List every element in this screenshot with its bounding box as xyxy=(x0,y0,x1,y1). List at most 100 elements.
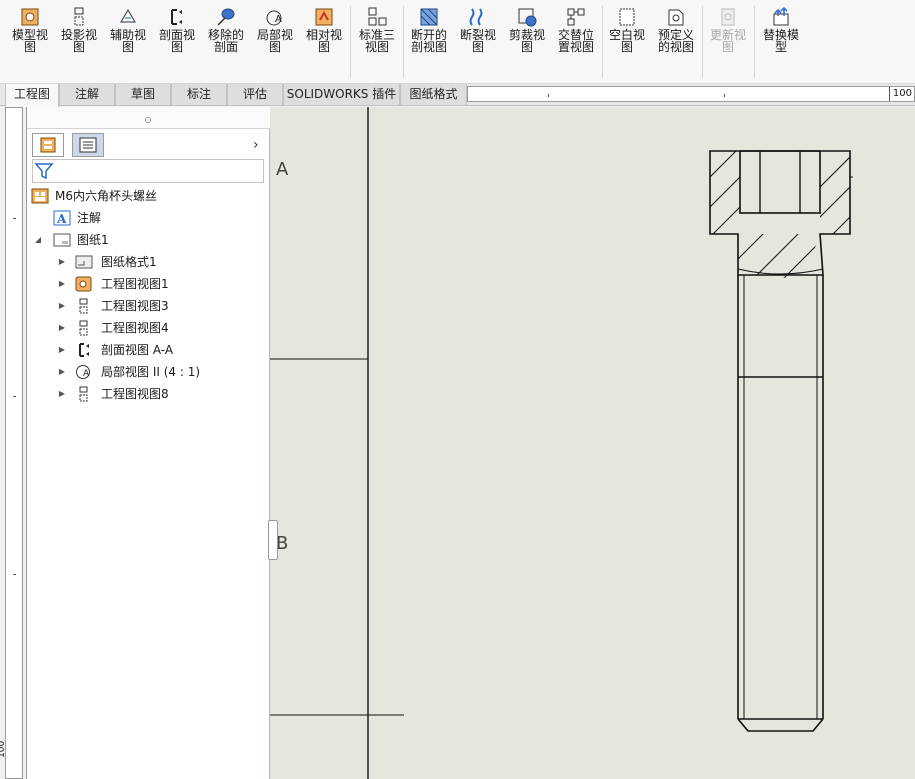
update-view-icon xyxy=(721,8,735,26)
replace-model-button[interactable]: 替换模型 xyxy=(756,6,806,80)
vertical-ruler: 100 xyxy=(0,107,23,779)
model-view-button[interactable]: 模型视图 xyxy=(5,6,55,80)
command-manager-ribbon: 模型视图 投影视图 辅助视图 剖面视图 移除的剖面 A 局部视图 相对视图 标准… xyxy=(0,0,915,84)
tab-annotation[interactable]: 注解 xyxy=(59,84,115,106)
tree-root-part[interactable]: M6内六角杯头螺丝 xyxy=(31,186,267,206)
svg-text:A: A xyxy=(56,212,67,226)
ruler-tick xyxy=(724,94,725,97)
model-view-icon xyxy=(21,8,39,26)
property-manager-tab[interactable] xyxy=(72,133,104,157)
crop-view-button[interactable]: 剪裁视图 xyxy=(502,6,552,80)
empty-view-button[interactable]: 空白视图 xyxy=(602,6,652,80)
break-view-button[interactable]: 断裂视图 xyxy=(453,6,503,80)
standard-3-view-button[interactable]: 标准三视图 xyxy=(352,6,402,80)
expand-arrow-icon[interactable]: ▶ xyxy=(57,384,67,404)
property-list-icon xyxy=(79,137,97,153)
crop-view-icon xyxy=(518,8,537,27)
expand-arrow-icon[interactable]: ▶ xyxy=(57,318,67,338)
tree-item-section-view[interactable]: ▶ 剖面视图 A-A xyxy=(57,340,267,360)
tab-solidworks-addins[interactable]: SOLIDWORKS 插件 xyxy=(283,84,400,106)
grip-dot xyxy=(145,117,151,123)
drawing-document-icon xyxy=(31,188,49,204)
projected-view-icon xyxy=(79,386,88,402)
projected-view-button[interactable]: 投影视图 xyxy=(54,6,104,80)
replace-model-icon xyxy=(773,6,789,26)
relative-view-button[interactable]: 相对视图 xyxy=(299,6,349,80)
update-view-button[interactable]: 更新视图 xyxy=(703,6,753,80)
ribbon-separator xyxy=(754,6,755,78)
auxiliary-view-button[interactable]: 辅助视图 xyxy=(103,6,153,80)
alternate-position-button[interactable]: 交替位置视图 xyxy=(551,6,601,80)
expand-arrow-icon[interactable]: ▶ xyxy=(57,296,67,316)
sheet-format-icon xyxy=(75,255,93,269)
svg-text:A: A xyxy=(83,369,90,379)
detail-view-button[interactable]: A 局部视图 xyxy=(250,6,300,80)
sheet-icon xyxy=(53,233,71,247)
tree-item-sheet-format[interactable]: ▶ 图纸格式1 xyxy=(57,252,267,272)
removed-section-button[interactable]: 移除的剖面 xyxy=(201,6,251,80)
tree-item-annotations[interactable]: A 注解 xyxy=(53,208,267,228)
feature-manager-tab[interactable] xyxy=(32,133,64,157)
tree-item-drawing-view-4[interactable]: ▶ 工程图视图4 xyxy=(57,318,267,338)
tree-filter-input[interactable] xyxy=(32,159,264,183)
expand-arrow-icon[interactable]: ▶ xyxy=(57,252,67,272)
tree-item-sheet[interactable]: ◢ 图纸1 xyxy=(31,230,267,250)
tree-item-detail-view[interactable]: ▶ A 局部视图 II (4 : 1) xyxy=(57,362,267,382)
predefined-view-icon xyxy=(668,9,684,26)
ruler-tick xyxy=(548,94,549,97)
tab-dimension[interactable]: 标注 xyxy=(171,84,227,106)
tab-evaluate[interactable]: 评估 xyxy=(227,84,283,106)
filter-icon xyxy=(34,163,54,180)
sheet-resize-handle[interactable] xyxy=(268,520,278,560)
hex-socket xyxy=(739,150,821,214)
collapse-arrow-icon[interactable]: ◢ xyxy=(33,230,43,250)
projected-view-icon xyxy=(79,298,88,314)
expand-panel-icon[interactable]: › xyxy=(253,137,259,153)
svg-text:A: A xyxy=(275,14,282,25)
zone-label-a: A xyxy=(276,159,289,180)
broken-out-section-button[interactable]: 断开的剖视图 xyxy=(404,6,454,80)
ruler-tick xyxy=(13,396,16,397)
drawing-sheet-svg: A B xyxy=(270,107,890,779)
predefined-view-button[interactable]: 预定义的视图 xyxy=(651,6,701,80)
feature-manager-tree: › M6内六角杯头螺丝 A 注解 ◢ 图纸1 ▶ 图纸格式1 ▶ 工程图视图1 … xyxy=(26,107,271,779)
ruler-value: 100 xyxy=(0,740,7,758)
panel-grip[interactable] xyxy=(27,107,271,129)
removed-section-icon xyxy=(217,8,235,26)
feature-tree-icon xyxy=(40,137,56,153)
detail-view-icon: A xyxy=(266,10,282,26)
tab-sheet-format[interactable]: 图纸格式 xyxy=(400,84,467,106)
projected-view-icon xyxy=(74,7,84,26)
section-view-icon xyxy=(79,343,89,357)
tree-item-drawing-view-8[interactable]: ▶ 工程图视图8 xyxy=(57,384,267,404)
ruler-tick xyxy=(13,218,16,219)
ruler-tick xyxy=(13,574,16,575)
standard-3-view-icon xyxy=(368,7,387,26)
ribbon-separator xyxy=(350,6,351,78)
auxiliary-view-icon xyxy=(120,9,136,23)
annotation-icon: A xyxy=(53,210,71,226)
tab-drawing[interactable]: 工程图 xyxy=(5,84,59,107)
expand-arrow-icon[interactable]: ▶ xyxy=(57,340,67,360)
head-hatch-left xyxy=(710,151,740,234)
detail-view-icon: A xyxy=(76,365,90,379)
ruler-value: 100 xyxy=(888,87,912,101)
screw-tip-chamfer xyxy=(737,718,824,732)
alternate-position-icon xyxy=(567,8,585,26)
drawing-sheet-canvas[interactable]: A B xyxy=(270,107,915,779)
section-view-button[interactable]: 剖面视图 xyxy=(152,6,202,80)
tree-item-drawing-view-1[interactable]: ▶ 工程图视图1 xyxy=(57,274,267,294)
screw-section-view[interactable] xyxy=(690,117,890,732)
section-view-icon xyxy=(171,9,182,25)
projected-view-icon xyxy=(79,320,88,336)
broken-out-section-icon xyxy=(420,8,438,26)
relative-view-icon xyxy=(315,8,333,26)
head-hatch-right xyxy=(820,156,850,234)
empty-view-icon xyxy=(619,8,635,26)
tree-item-drawing-view-3[interactable]: ▶ 工程图视图3 xyxy=(57,296,267,316)
tab-sketch[interactable]: 草图 xyxy=(115,84,171,106)
expand-arrow-icon[interactable]: ▶ xyxy=(57,274,67,294)
head-hatch-bottom xyxy=(738,234,820,278)
break-view-icon xyxy=(469,8,483,26)
expand-arrow-icon[interactable]: ▶ xyxy=(57,362,67,382)
